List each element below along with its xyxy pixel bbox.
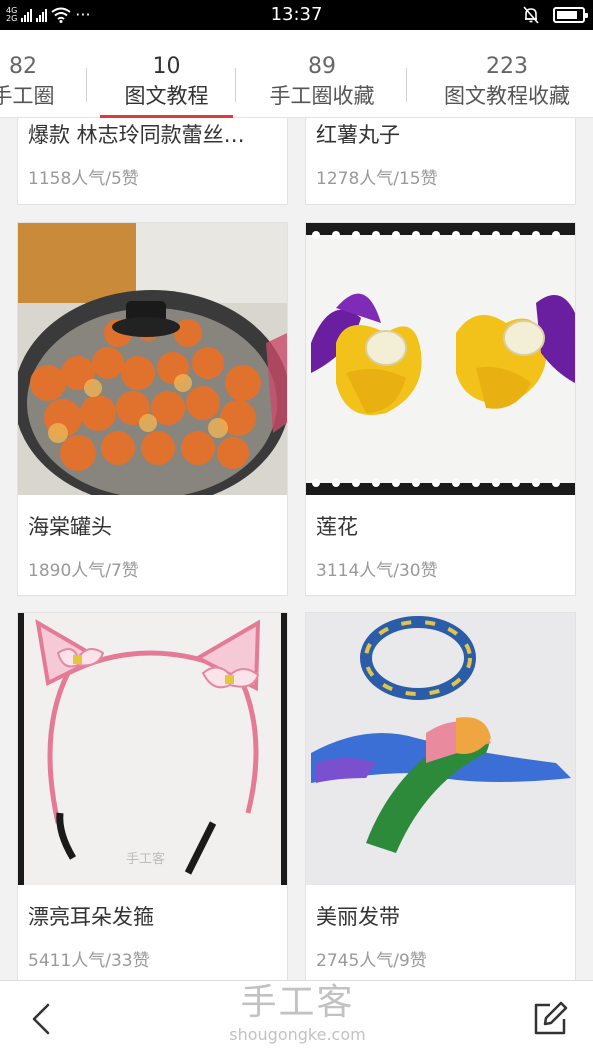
tutorial-card[interactable]: 美丽发带 2745人气/9赞 (305, 612, 576, 980)
tab-label: 手工圈收藏 (269, 84, 375, 108)
tutorial-card[interactable]: 红薯丸子 1278人气/15赞 (305, 118, 576, 205)
battery-icon (553, 7, 588, 23)
tutorial-feed[interactable]: 爆款 林志玲同款蕾丝… 1158人气/5赞 红薯丸子 1278人气/15赞 海棠… (0, 118, 593, 980)
card-photo-lotus-bows (306, 223, 575, 495)
status-time: 13:37 (270, 4, 323, 25)
bottom-bar: 手工客 shougongke.com (0, 980, 593, 1054)
tutorial-card[interactable]: 爆款 林志玲同款蕾丝… 1158人气/5赞 (17, 118, 288, 205)
screen: 4G 2G ··· 13:37 82 手工圈 10 图文教程 89 手工圈收藏 … (0, 0, 593, 1054)
card-photo-ear-headband: 手工客 (18, 613, 287, 885)
tutorial-card[interactable]: 海棠罐头 1890人气/7赞 (17, 222, 288, 596)
card-stats: 2745人气/9赞 (316, 951, 427, 971)
tab-label: 图文教程收藏 (444, 84, 570, 108)
card-stats: 3114人气/30赞 (316, 561, 438, 581)
card-stats: 5411人气/33赞 (28, 951, 150, 971)
card-photo-crabapple-jar (18, 223, 287, 495)
card-stats: 1278人气/15赞 (316, 169, 438, 189)
card-title: 海棠罐头 (28, 515, 112, 539)
tab-divider (86, 68, 87, 102)
tab-circle[interactable]: 82 手工圈 (0, 52, 88, 110)
tab-count: 82 (9, 54, 37, 79)
tab-label: 图文教程 (124, 84, 209, 108)
photo-watermark: 手工客 (126, 851, 165, 867)
status-right (523, 6, 588, 24)
tab-circle-favorites[interactable]: 89 手工圈收藏 (252, 52, 392, 110)
watermark-en: shougongke.com (229, 1025, 366, 1044)
tab-label: 手工圈 (0, 84, 55, 108)
card-photo-hairband (306, 613, 575, 885)
back-arrow-icon[interactable] (22, 999, 62, 1039)
card-title: 美丽发带 (316, 905, 400, 929)
card-title: 莲花 (316, 515, 358, 539)
tutorial-card[interactable]: 手工客 漂亮耳朵发箍 5411人气/33赞 (17, 612, 288, 980)
site-watermark: 手工客 shougongke.com (200, 981, 395, 1045)
card-title: 漂亮耳朵发箍 (28, 905, 154, 929)
tab-divider (235, 68, 236, 102)
watermark-cn: 手工客 (240, 982, 355, 1023)
card-stats: 1890人气/7赞 (28, 561, 139, 581)
tab-divider (406, 68, 407, 102)
tab-count: 10 (152, 54, 181, 79)
card-title: 爆款 林志玲同款蕾丝… (28, 123, 245, 147)
tab-bar: 82 手工圈 10 图文教程 89 手工圈收藏 223 图文教程收藏 (0, 30, 593, 118)
mute-bell-icon (523, 6, 539, 24)
status-bar: 4G 2G ··· 13:37 (0, 0, 593, 30)
tab-tutorial-favorites[interactable]: 223 图文教程收藏 (428, 52, 586, 110)
tab-tutorials[interactable]: 10 图文教程 (100, 52, 233, 110)
card-title: 红薯丸子 (316, 123, 400, 147)
tutorial-card[interactable]: 莲花 3114人气/30赞 (305, 222, 576, 596)
card-stats: 1158人气/5赞 (28, 169, 139, 189)
battery-fill (557, 11, 577, 19)
tab-count: 89 (308, 54, 336, 79)
edit-icon[interactable] (530, 999, 570, 1039)
tab-count: 223 (486, 54, 528, 79)
